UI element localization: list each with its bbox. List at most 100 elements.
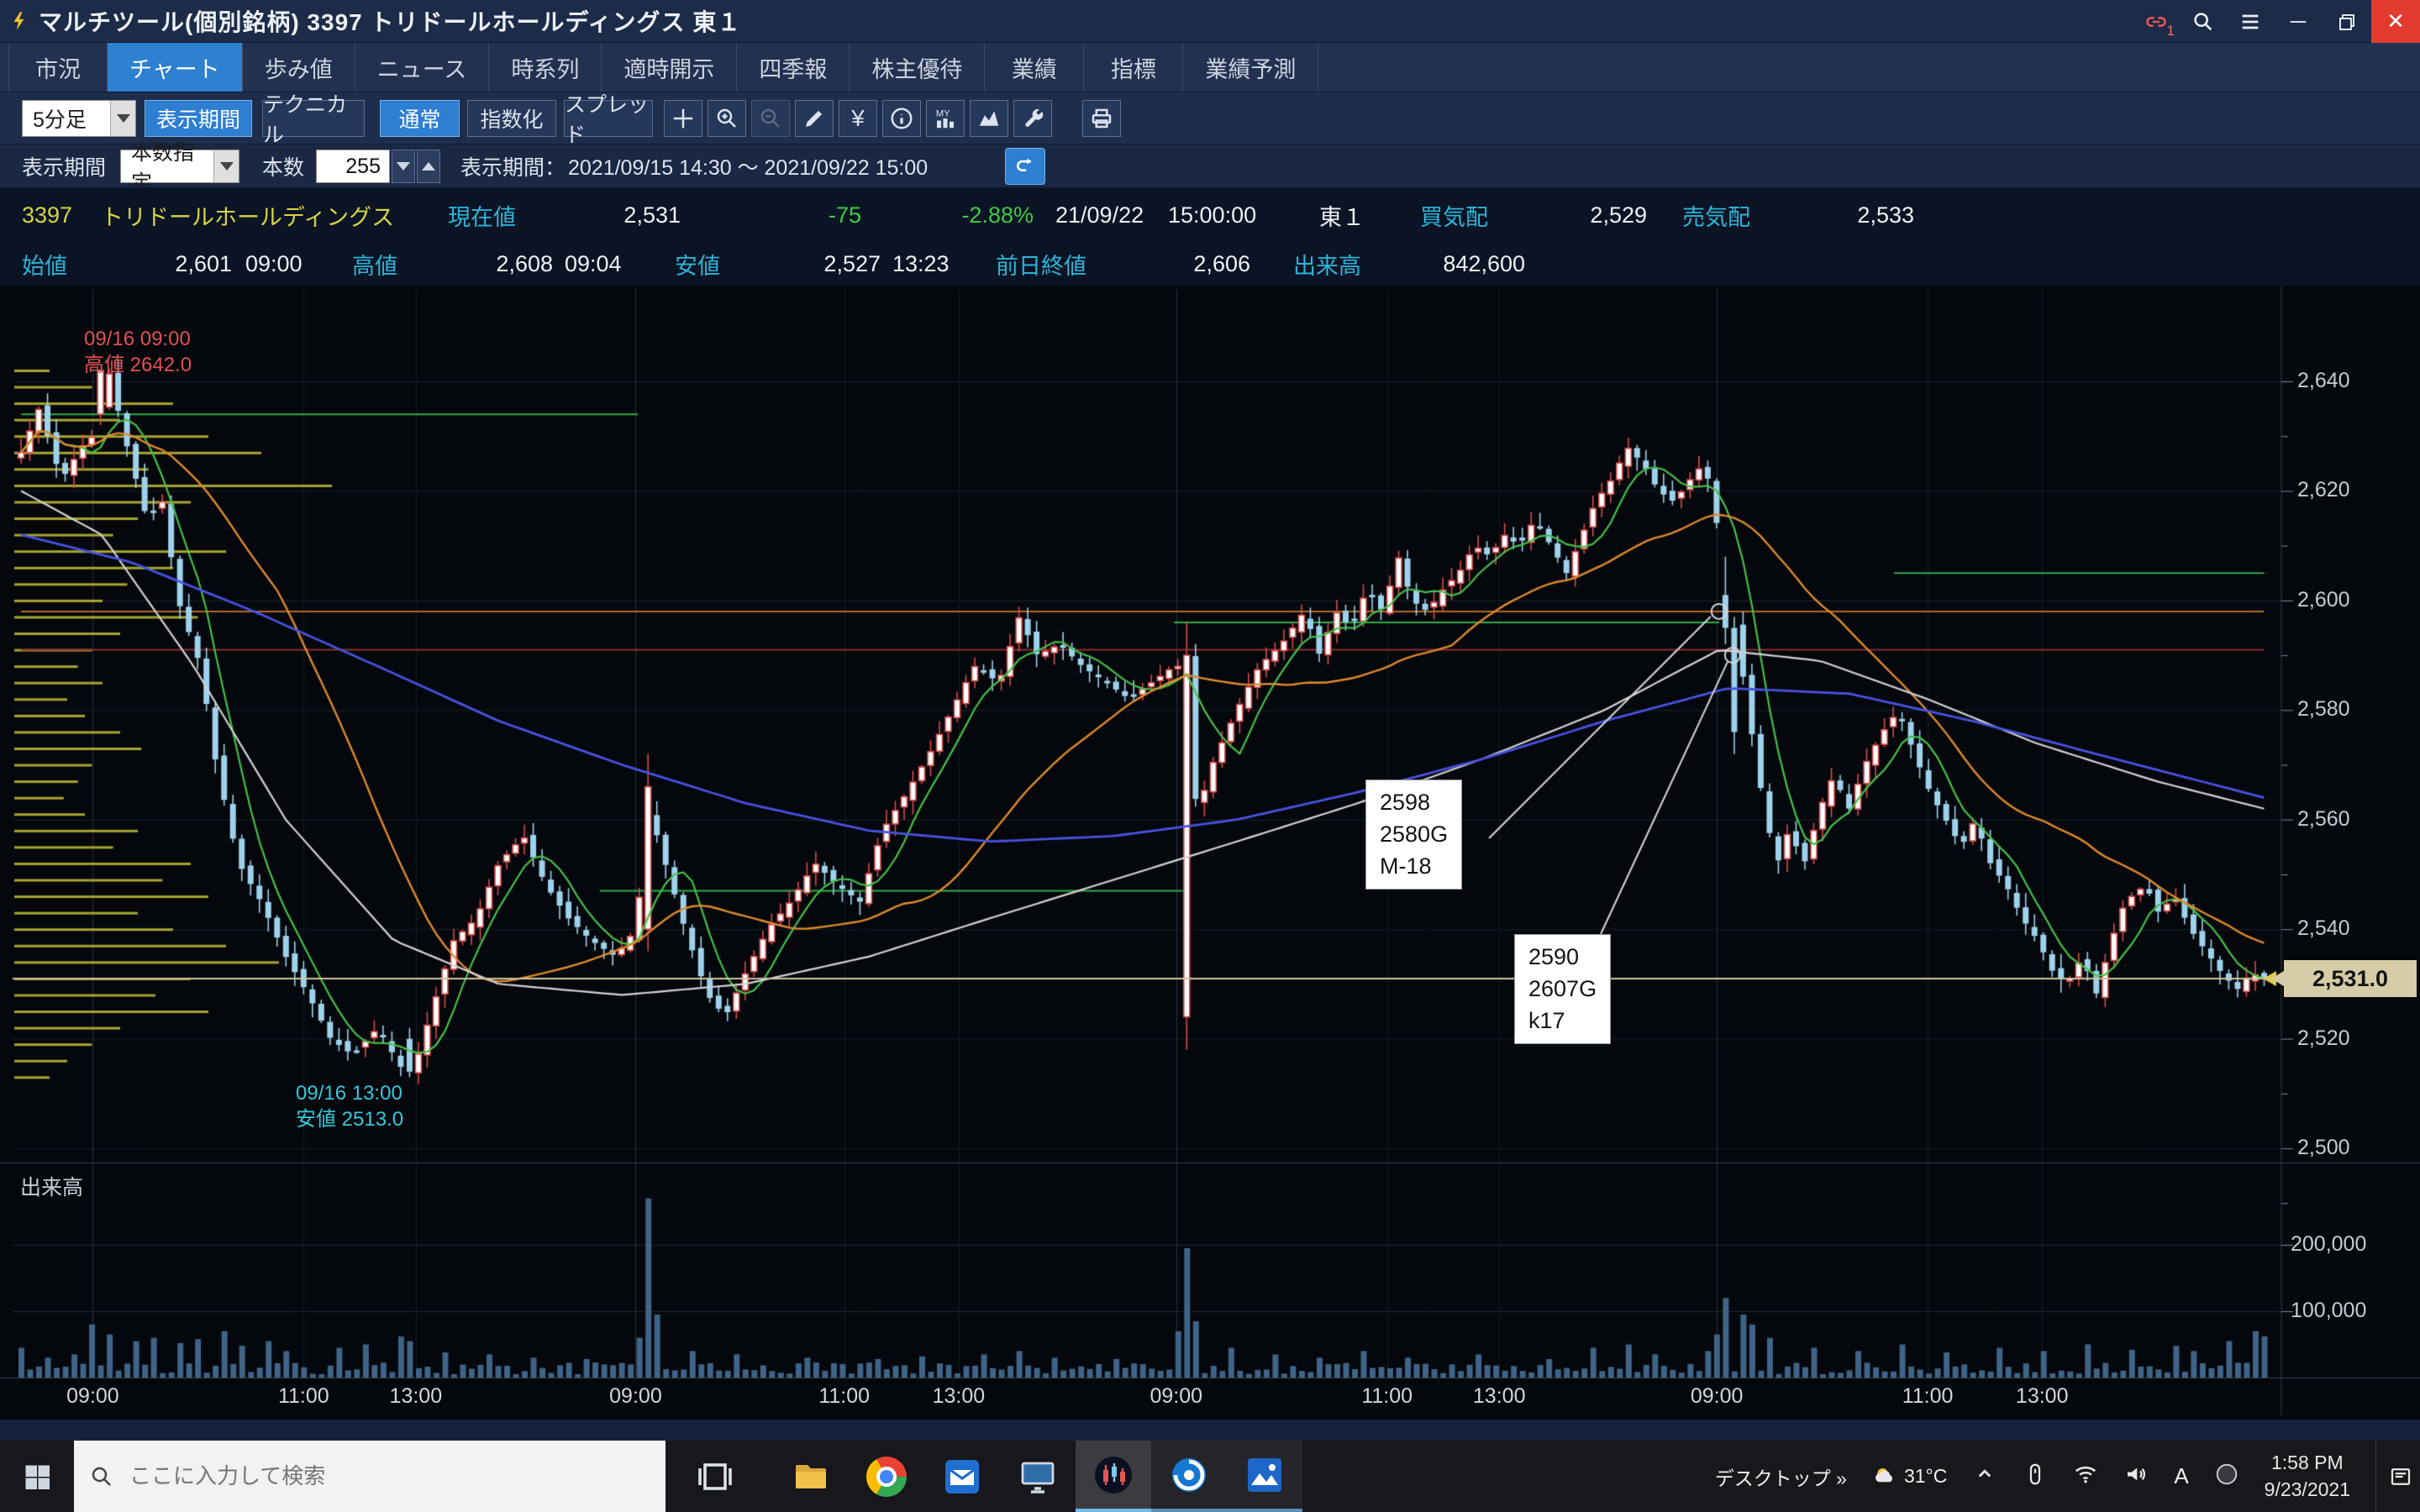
ime-mode-indicator[interactable]: A <box>2174 1463 2188 1489</box>
x-axis-label: 09:00 <box>596 1384 675 1409</box>
system-tray: デスクトップ » 31°C A 1:58 PM 9/23/2021 <box>1715 1441 2420 1512</box>
search-input[interactable] <box>128 1462 632 1490</box>
my-chart-icon[interactable]: MY <box>926 100 965 137</box>
signal-box-1: 2598 2580G M-18 <box>1365 780 1462 890</box>
info-icon[interactable] <box>882 100 921 137</box>
pen-icon[interactable] <box>2023 1462 2048 1491</box>
chevron-down-icon <box>110 101 135 136</box>
market-section: 東１ <box>1319 188 1365 242</box>
taskbar-search-box[interactable] <box>74 1441 666 1512</box>
stock-code: 3397 <box>22 188 72 242</box>
signal-box-2: 2590 2607G k17 <box>1514 934 1611 1044</box>
bid-value: 2,529 <box>1529 188 1647 242</box>
close-button[interactable]: ✕ <box>2371 0 2420 43</box>
low-annotation: 09/16 13:00 安値 2513.0 <box>296 1080 403 1132</box>
open-label: 始値 <box>22 242 67 286</box>
desktop-toolbar[interactable]: デスクトップ » <box>1715 1462 1847 1491</box>
zoom-out-icon[interactable] <box>751 100 790 137</box>
count-label: 本数 <box>262 144 304 188</box>
ask-label: 売気配 <box>1682 188 1750 242</box>
minimize-button[interactable]: ─ <box>2274 0 2323 43</box>
yen-icon[interactable]: ¥ <box>839 100 877 137</box>
file-explorer-icon[interactable] <box>773 1441 849 1512</box>
hidden-icons-chevron[interactable] <box>1972 1462 1997 1491</box>
change-value: -75 <box>790 188 861 242</box>
high-value: 2,608 <box>445 242 553 286</box>
tab-benefit[interactable]: 株主優待 <box>850 43 985 92</box>
range-label: 表示期間： <box>460 144 566 188</box>
crosshair-icon[interactable] <box>664 100 702 137</box>
period-mode-select[interactable]: 本数指定 <box>120 150 239 183</box>
x-axis-label: 11:00 <box>1888 1384 1967 1409</box>
current-value: 2,531 <box>555 188 681 242</box>
y-axis-label: 2,520 <box>2297 1026 2350 1051</box>
remote-desktop-icon[interactable] <box>1000 1441 1076 1512</box>
tab-news[interactable]: ニュース <box>355 43 490 92</box>
window-bottom-strip <box>0 1420 2420 1441</box>
low-value: 2,527 <box>771 242 881 286</box>
zoom-in-icon[interactable] <box>708 100 746 137</box>
print-icon[interactable] <box>1082 100 1121 137</box>
timeframe-select[interactable]: 5分足 <box>22 100 136 137</box>
tab-ticks[interactable]: 歩み値 <box>243 43 355 92</box>
main-toolbar: 5分足 表示期間 テクニカル 通常 指数化 スプレッド ¥ MY <box>0 92 2420 144</box>
current-label: 現在値 <box>448 188 516 242</box>
count-increment-button[interactable] <box>417 150 440 183</box>
tab-timeseries[interactable]: 時系列 <box>489 43 602 92</box>
volume-panel-title: 出来高 <box>20 1171 83 1201</box>
clock-date: 9/23/2021 <box>2265 1477 2350 1503</box>
trading-app-icon[interactable] <box>1076 1441 1151 1512</box>
title-bar: マルチツール(個別銘柄) 3397 トリドールホールディングス 東１ 1 ─ ✕ <box>0 0 2420 43</box>
menu-icon[interactable] <box>2227 0 2274 43</box>
x-axis-label: 13:00 <box>919 1384 998 1409</box>
start-button[interactable] <box>0 1441 74 1512</box>
mail-app-icon[interactable] <box>924 1441 1000 1512</box>
ime-icon[interactable] <box>2214 1462 2239 1491</box>
bid-label: 買気配 <box>1420 188 1488 242</box>
task-view-button[interactable] <box>677 1441 753 1512</box>
chrome-icon[interactable] <box>849 1441 924 1512</box>
open-value: 2,601 <box>126 242 232 286</box>
settings-wrench-icon[interactable] <box>1013 100 1052 137</box>
taskbar-clock[interactable]: 1:58 PM 9/23/2021 <box>2265 1450 2350 1502</box>
x-axis-label: 11:00 <box>1348 1384 1427 1409</box>
price-chart-canvas[interactable] <box>0 286 2420 1420</box>
network-icon[interactable] <box>2073 1462 2098 1491</box>
timeframe-value: 5分足 <box>23 103 110 134</box>
notification-center-button[interactable] <box>2375 1441 2413 1512</box>
normal-button[interactable]: 通常 <box>380 100 460 137</box>
technical-button[interactable]: テクニカル <box>262 100 365 137</box>
indexed-button[interactable]: 指数化 <box>467 100 556 137</box>
link-icon[interactable]: 1 <box>2133 0 2180 43</box>
count-decrement-button[interactable] <box>392 150 415 183</box>
tab-shikiho[interactable]: 四季報 <box>737 43 850 92</box>
media-app-icon[interactable] <box>1151 1441 1227 1512</box>
area-chart-icon[interactable] <box>970 100 1008 137</box>
volume-axis-label: 100,000 <box>2291 1299 2366 1323</box>
tab-earnings[interactable]: 業績 <box>985 43 1084 92</box>
speaker-icon[interactable] <box>2123 1462 2149 1491</box>
photos-app-icon[interactable] <box>1227 1441 1302 1512</box>
ask-value: 2,533 <box>1790 188 1914 242</box>
restore-button[interactable] <box>2323 0 2371 43</box>
link-badge: 1 <box>2167 23 2175 39</box>
tab-disclosure[interactable]: 適時開示 <box>602 43 737 92</box>
spread-button[interactable]: スプレッド <box>564 100 653 137</box>
weather-widget[interactable]: 31°C <box>1872 1464 1947 1489</box>
display-period-button[interactable]: 表示期間 <box>145 100 252 137</box>
stock-name: トリドールホールディングス <box>101 188 394 242</box>
tab-forecast[interactable]: 業績予測 <box>1183 43 1318 92</box>
temperature: 31°C <box>1904 1465 1947 1488</box>
tab-market[interactable]: 市況 <box>8 43 108 92</box>
tab-chart[interactable]: チャート <box>108 43 243 92</box>
tab-indicators[interactable]: 指標 <box>1084 43 1183 92</box>
quote-date: 21/09/22 <box>1055 188 1144 242</box>
prev-close-value: 2,606 <box>1143 242 1250 286</box>
search-icon[interactable] <box>2180 0 2227 43</box>
x-axis-label: 11:00 <box>264 1384 343 1409</box>
current-price-tag: 2,531.0 <box>2284 960 2417 997</box>
draw-pencil-icon[interactable] <box>795 100 834 137</box>
reset-range-button[interactable] <box>1005 148 1045 185</box>
count-input[interactable]: 255 <box>316 150 390 183</box>
tab-bar: 市況チャート歩み値ニュース時系列適時開示四季報株主優待業績指標業績予測 <box>0 43 2420 92</box>
